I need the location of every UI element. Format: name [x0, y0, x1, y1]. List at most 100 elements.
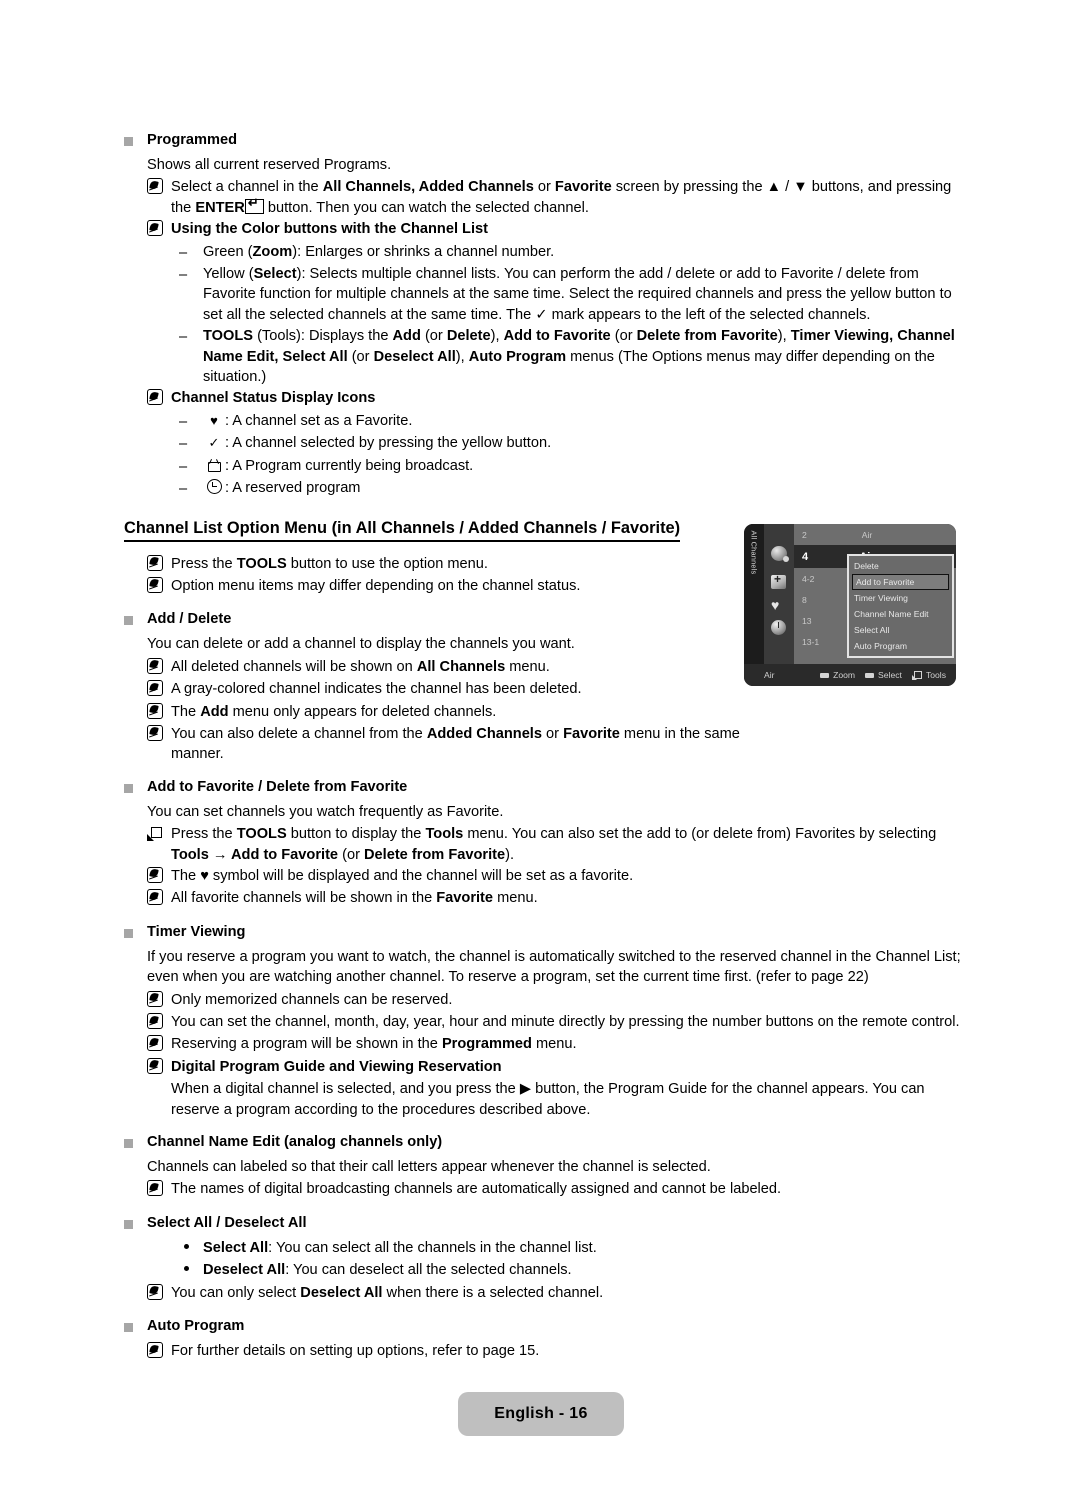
note-icon: [147, 576, 171, 597]
programmed-intro: Shows all current reserved Programs.: [147, 157, 392, 173]
channel-number: 2: [802, 529, 807, 540]
section-title: Timer Viewing: [147, 923, 246, 940]
dash-marker: –: [179, 458, 188, 475]
dash-tools: – TOOLS (Tools): Displays the Add (or De…: [179, 326, 964, 387]
favorite-icon[interactable]: ♥: [771, 598, 787, 614]
note-gray-channel: A gray-colored channel indicates the cha…: [147, 679, 757, 700]
bullet-select-all: Select All: You can select all the chann…: [179, 1238, 964, 1259]
channel-name-edit-intro: Channels can labeled so that their call …: [147, 1159, 711, 1176]
tv-options-menu: Delete Add to Favorite Timer Viewing Cha…: [847, 554, 954, 658]
note-text: Select a channel in the All Channels, Ad…: [171, 177, 964, 218]
note-text: You can also delete a channel from the A…: [171, 725, 740, 763]
enter-key-icon: [244, 196, 264, 214]
menu-item-select-all[interactable]: Select All: [849, 622, 952, 638]
square-bullet-icon: [124, 1219, 133, 1229]
page-footer: English - 16: [458, 1392, 624, 1436]
channel-number: 4-2: [802, 573, 815, 584]
tv-sidebar-label: All Channels: [749, 530, 759, 575]
note-text: You can only select Deselect All when th…: [171, 1284, 604, 1301]
clock-icon: [203, 478, 225, 498]
note-reserving-program: Reserving a program will be shown in the…: [147, 1034, 964, 1055]
bullet-text: Select All: You can select all the chann…: [203, 1239, 597, 1256]
note-icon: [147, 702, 171, 723]
status-item-broadcast: – : A Program currently being broadcast.: [179, 456, 964, 477]
section-title: Add to Favorite / Delete from Favorite: [147, 778, 408, 795]
note-icon: [147, 388, 171, 409]
note-deleted-channels: All deleted channels will be shown on Al…: [147, 657, 757, 678]
tv-yellow-select-button[interactable]: Select: [865, 670, 902, 680]
channel-number: 4: [802, 550, 809, 563]
tv-bottom-bar: Air Zoom Select Tools: [744, 664, 956, 686]
tv-icon: [203, 456, 225, 476]
green-button-icon: [820, 672, 830, 678]
channel-name: Air: [861, 529, 873, 540]
section-title: Programmed: [147, 132, 238, 148]
section-timer-viewing-heading: Timer Viewing: [124, 923, 964, 942]
note-text: Digital Program Guide and Viewing Reserv…: [171, 1058, 502, 1075]
status-item-selected: – ✓: A channel selected by pressing the …: [179, 433, 964, 454]
note-icon: [147, 1341, 171, 1362]
section-title: Select All / Deselect All: [147, 1214, 307, 1231]
note-icon: [147, 657, 171, 678]
note-text: A gray-colored channel indicates the cha…: [171, 681, 582, 698]
note-icon: [147, 990, 171, 1011]
channel-number: 13-1: [802, 636, 820, 647]
tv-channel-list-screenshot: All Channels ♥ 2 Air 4 Air 4-2: [744, 524, 956, 686]
note-icon: [147, 1057, 171, 1078]
dash-text: Yellow (Select): Selects multiple channe…: [203, 266, 952, 323]
note-icon: [147, 888, 171, 909]
dash-marker: –: [179, 481, 188, 498]
note-favorite-menu: All favorite channels will be shown in t…: [147, 888, 964, 909]
dash-green-zoom: – Green (Zoom): Enlarges or shrinks a ch…: [179, 242, 964, 263]
square-bullet-icon: [124, 783, 133, 793]
note-icon: [147, 1179, 171, 1200]
status-item-reserved: – : A reserved program: [179, 478, 964, 499]
note-deselect-all-available: You can only select Deselect All when th…: [147, 1283, 964, 1304]
tv-tools-button[interactable]: Tools: [911, 670, 946, 680]
all-channels-icon[interactable]: [771, 546, 789, 562]
tools-button-icon: [911, 670, 922, 680]
added-channels-icon[interactable]: [771, 572, 787, 591]
status-text: : A Program currently being broadcast.: [203, 456, 964, 476]
note-text: For further details on setting up option…: [171, 1343, 540, 1360]
note-digital-program-guide: Digital Program Guide and Viewing Reserv…: [147, 1057, 964, 1078]
note-text: Using the Color buttons with the Channel…: [171, 221, 489, 238]
tools-icon: [147, 824, 171, 845]
dash-marker: –: [179, 329, 188, 346]
status-text: ✓: A channel selected by pressing the ye…: [203, 433, 964, 453]
note-text: The names of digital broadcasting channe…: [171, 1181, 782, 1198]
add-favorite-intro: You can set channels you watch frequentl…: [147, 803, 504, 820]
yellow-button-icon: [865, 672, 875, 678]
tv-channel-row[interactable]: 2 Air: [794, 524, 956, 545]
menu-item-add-to-favorite[interactable]: Add to Favorite: [852, 574, 949, 590]
menu-item-auto-program[interactable]: Auto Program: [849, 638, 952, 654]
status-text: ♥: A channel set as a Favorite.: [203, 411, 964, 431]
programmed-icon[interactable]: [771, 620, 787, 636]
note-text: Channel Status Display Icons: [171, 390, 376, 407]
channel-list-option-menu-heading: Channel List Option Menu (in All Channel…: [124, 519, 681, 542]
menu-item-channel-name-edit[interactable]: Channel Name Edit: [849, 606, 952, 622]
note-digital-names: The names of digital broadcasting channe…: [147, 1179, 964, 1200]
note-delete-same-manner: You can also delete a channel from the A…: [147, 724, 757, 765]
section-title: Auto Program: [147, 1318, 245, 1335]
dash-marker: –: [179, 267, 188, 284]
dash-yellow-select: – Yellow (Select): Selects multiple chan…: [179, 264, 964, 325]
dash-text: TOOLS (Tools): Displays the Add (or Dele…: [203, 328, 955, 386]
square-bullet-icon: [124, 616, 133, 626]
section-programmed-heading: Programmed: [124, 131, 964, 150]
round-bullet-icon: [179, 1238, 203, 1259]
note-icon: [147, 679, 171, 700]
tv-source-label: Air: [764, 670, 775, 680]
note-icon: [147, 177, 171, 198]
note-text: You can set the channel, month, day, yea…: [171, 1014, 960, 1030]
menu-item-timer-viewing[interactable]: Timer Viewing: [849, 590, 952, 606]
bullet-text: Deselect All: You can deselect all the s…: [203, 1262, 572, 1279]
section-select-all-heading: Select All / Deselect All: [124, 1214, 964, 1233]
square-bullet-icon: [124, 1323, 133, 1333]
section-auto-program-heading: Auto Program: [124, 1317, 964, 1336]
square-bullet-icon: [124, 137, 133, 146]
menu-item-delete[interactable]: Delete: [849, 558, 952, 574]
tv-green-zoom-button[interactable]: Zoom: [820, 670, 855, 680]
digital-guide-body: When a digital channel is selected, and …: [171, 1081, 925, 1118]
tv-sidebar: All Channels: [744, 524, 764, 664]
